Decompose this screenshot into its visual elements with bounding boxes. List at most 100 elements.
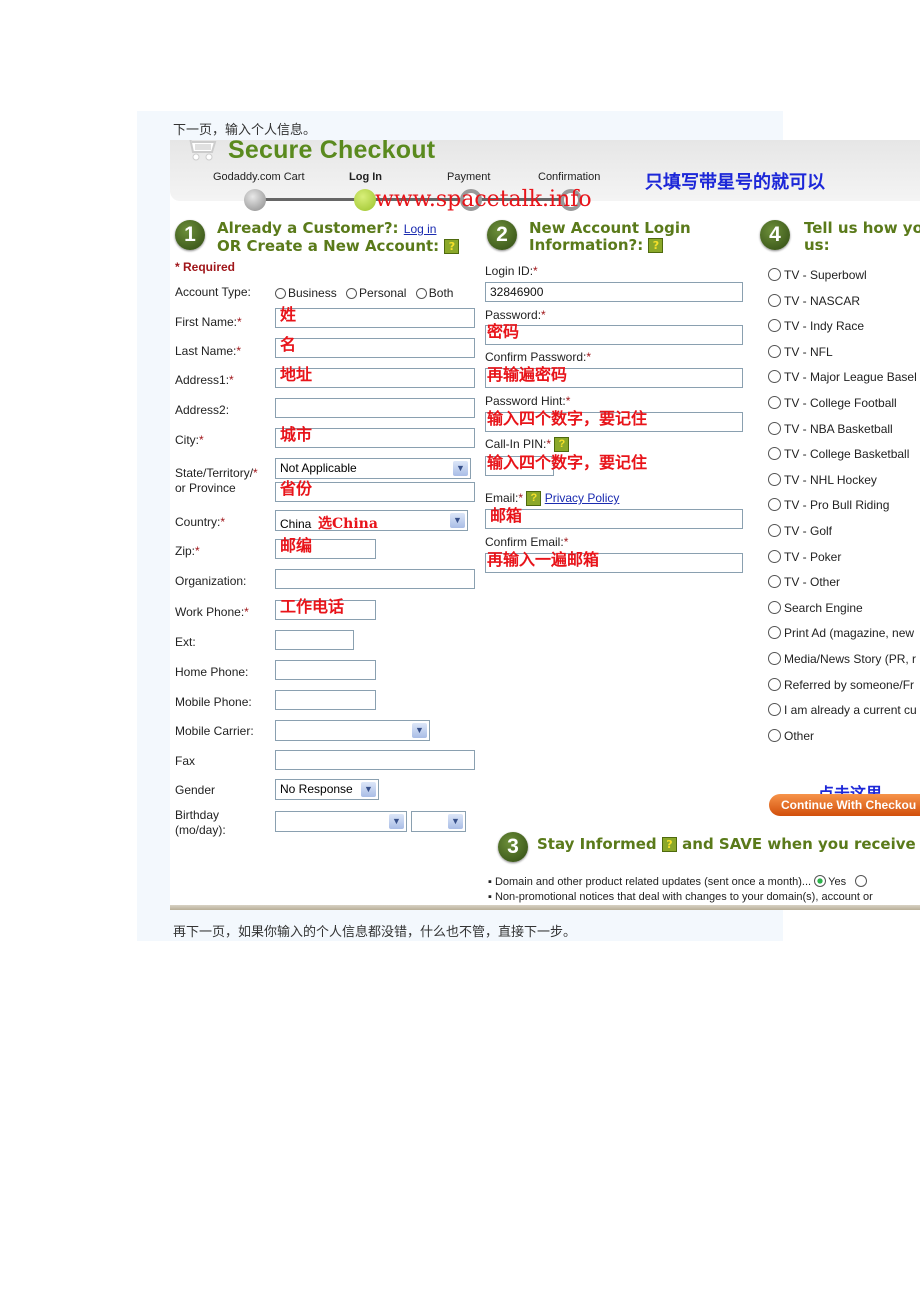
radio-button[interactable] <box>768 319 781 333</box>
referral-option[interactable]: TV - NHL Hockey <box>768 472 877 487</box>
organization-input[interactable] <box>275 569 475 589</box>
step-payment: Payment <box>447 171 491 183</box>
referral-option-label: TV - NFL <box>784 344 833 359</box>
radio-button[interactable] <box>768 498 781 512</box>
referral-option-label: Media/News Story (PR, r <box>784 652 917 666</box>
gender-select[interactable]: No Response ▼ <box>275 779 379 800</box>
referral-option[interactable]: Search Engine <box>768 600 863 615</box>
step-confirmation: Confirmation <box>538 171 601 183</box>
radio-button[interactable] <box>768 421 781 435</box>
work-phone-input[interactable]: 工作电话 <box>275 599 376 620</box>
state-select[interactable]: Not Applicable ▼ <box>275 458 471 479</box>
referral-option[interactable]: TV - Poker <box>768 549 842 564</box>
radio-button[interactable] <box>768 703 781 717</box>
screenshot-bottom-edge <box>170 905 920 910</box>
address2-input[interactable] <box>275 398 475 418</box>
referral-option[interactable]: TV - Superbowl <box>768 268 867 282</box>
referral-option[interactable]: TV - Pro Bull Riding <box>768 498 889 512</box>
help-icon[interactable]: ? <box>554 437 570 453</box>
radio-yes[interactable] <box>814 875 827 887</box>
radio-button[interactable] <box>768 447 781 461</box>
radio-button[interactable] <box>768 677 781 691</box>
referral-option[interactable]: I am already a current cu <box>768 703 917 717</box>
login-id-input[interactable]: 32846900 <box>485 282 743 302</box>
radio-button[interactable] <box>768 728 781 742</box>
mobile-phone-input[interactable] <box>275 690 376 710</box>
fax-label: Fax <box>175 754 196 768</box>
radio-button[interactable] <box>768 344 781 358</box>
section4-title: Tell us how you us: <box>804 219 920 254</box>
radio-button[interactable] <box>768 472 781 486</box>
referral-option[interactable]: TV - Indy Race <box>768 319 864 333</box>
password-input[interactable]: 密码 <box>485 324 743 345</box>
birthday-month-select[interactable]: ▼ <box>275 811 407 832</box>
referral-option-label: TV - Poker <box>784 549 842 564</box>
country-select[interactable]: China 选China ▼ <box>275 510 468 532</box>
confirm-password-input[interactable]: 再输遍密码 <box>485 367 743 388</box>
referral-option[interactable]: Referred by someone/Fr <box>768 677 915 692</box>
referral-option[interactable]: TV - NASCAR <box>768 293 860 308</box>
address1-label: Address1:* <box>175 373 234 387</box>
radio-both[interactable] <box>415 288 427 299</box>
mobile-carrier-select[interactable]: ▼ <box>275 720 430 741</box>
confirm-email-label: Confirm Email:* <box>485 535 569 549</box>
help-icon[interactable]: ? <box>444 239 460 254</box>
radio-button[interactable] <box>768 652 781 665</box>
referral-option[interactable]: TV - NBA Basketball <box>768 421 893 436</box>
privacy-policy-link[interactable]: Privacy Policy <box>545 491 620 505</box>
referral-option[interactable]: Media/News Story (PR, r <box>768 652 916 666</box>
address1-input[interactable]: 地址 <box>275 367 475 388</box>
help-icon[interactable]: ? <box>648 238 664 253</box>
referral-option[interactable]: Other <box>768 728 814 743</box>
radio-no[interactable] <box>855 875 868 887</box>
referral-option[interactable]: TV - Other <box>768 575 840 589</box>
referral-option-label: Referred by someone/Fr <box>784 677 915 692</box>
section1-title-line2: OR Create a New Account: <box>217 237 440 255</box>
radio-button[interactable] <box>768 370 781 384</box>
help-icon[interactable]: ? <box>526 491 542 507</box>
password-label: Password:* <box>485 308 546 322</box>
radio-personal[interactable] <box>346 288 358 299</box>
call-in-pin-input[interactable]: 输入四个数字，要记住 <box>485 455 647 476</box>
password-hint-input[interactable]: 输入四个数字，要记住 <box>485 411 743 432</box>
home-phone-input[interactable] <box>275 660 376 680</box>
birthday-day-select[interactable]: ▼ <box>411 811 466 832</box>
home-phone-label: Home Phone: <box>175 665 249 679</box>
step-cart[interactable]: Godaddy.com Cart <box>213 171 305 183</box>
radio-business[interactable] <box>275 288 286 299</box>
referral-option-label: TV - Indy Race <box>784 319 865 334</box>
last-name-input[interactable]: 名 <box>275 337 475 358</box>
radio-button[interactable] <box>768 268 781 281</box>
referral-option-label: TV - Pro Bull Riding <box>784 498 890 513</box>
radio-button[interactable] <box>768 293 781 307</box>
referral-option[interactable]: TV - College Basketball <box>768 447 909 461</box>
first-name-input[interactable]: 姓 <box>275 307 475 328</box>
city-input[interactable]: 城市 <box>275 427 475 448</box>
referral-option[interactable]: TV - NFL <box>768 344 833 359</box>
province-input[interactable]: 省份 <box>275 481 475 502</box>
referral-option[interactable]: TV - College Football <box>768 396 897 410</box>
zip-input[interactable]: 邮编 <box>275 538 376 559</box>
referral-option[interactable]: TV - Golf <box>768 524 832 538</box>
email-input[interactable]: 邮箱 <box>485 508 743 529</box>
radio-button[interactable] <box>768 396 781 409</box>
email-label: Email:* ? Privacy Policy <box>485 491 620 507</box>
help-icon[interactable]: ? <box>661 837 677 852</box>
ext-input[interactable] <box>275 630 354 650</box>
step-number-4: 4 <box>760 220 790 250</box>
country-annotation: 选China <box>318 516 378 532</box>
referral-option-label: TV - Superbowl <box>784 268 867 282</box>
radio-button[interactable] <box>768 575 781 589</box>
referral-option[interactable]: Print Ad (magazine, new <box>768 626 914 640</box>
continue-checkout-button[interactable]: Continue With Checkou <box>769 794 920 816</box>
radio-button[interactable] <box>768 549 781 563</box>
confirm-email-input[interactable]: 再输入一遍邮箱 <box>485 552 743 573</box>
last-name-label: Last Name:* <box>175 344 242 358</box>
radio-button[interactable] <box>768 524 781 537</box>
referral-option[interactable]: TV - Major League Basel <box>768 370 917 384</box>
login-link[interactable]: Log in <box>404 222 437 236</box>
radio-button[interactable] <box>768 600 781 614</box>
fax-input[interactable] <box>275 750 475 770</box>
required-note: * Required <box>175 260 236 274</box>
radio-button[interactable] <box>768 626 781 640</box>
